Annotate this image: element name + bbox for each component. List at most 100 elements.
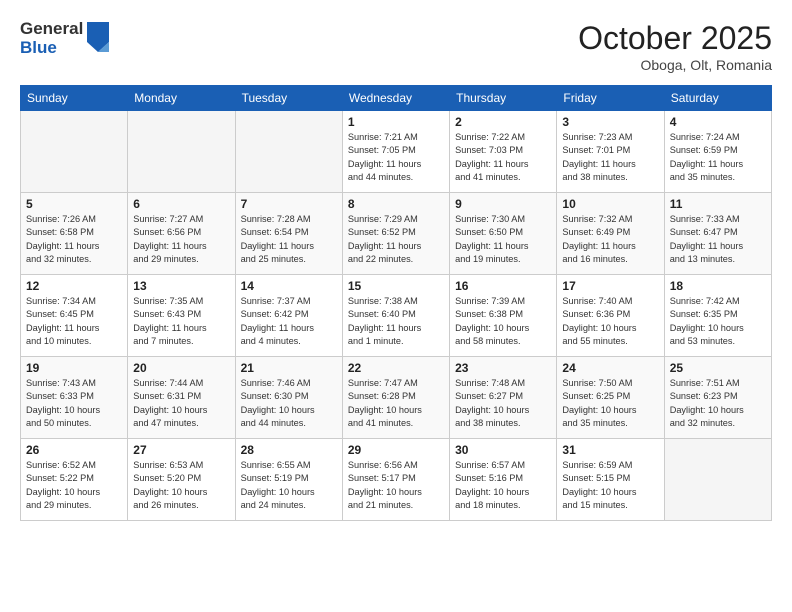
day-info: Sunrise: 7:35 AMSunset: 6:43 PMDaylight:… [133, 295, 229, 348]
header: General Blue October 2025 Oboga, Olt, Ro… [20, 20, 772, 73]
day-info: Sunrise: 7:28 AMSunset: 6:54 PMDaylight:… [241, 213, 337, 266]
calendar-table: Sunday Monday Tuesday Wednesday Thursday… [20, 85, 772, 521]
day-info: Sunrise: 7:39 AMSunset: 6:38 PMDaylight:… [455, 295, 551, 348]
calendar-cell-2-4: 8 Sunrise: 7:29 AMSunset: 6:52 PMDaylight… [342, 193, 449, 275]
header-saturday: Saturday [664, 86, 771, 111]
day-info: Sunrise: 7:26 AMSunset: 6:58 PMDaylight:… [26, 213, 122, 266]
calendar-cell-2-5: 9 Sunrise: 7:30 AMSunset: 6:50 PMDaylight… [450, 193, 557, 275]
day-info: Sunrise: 6:55 AMSunset: 5:19 PMDaylight:… [241, 459, 337, 512]
day-number: 5 [26, 197, 122, 211]
calendar-cell-1-7: 4 Sunrise: 7:24 AMSunset: 6:59 PMDaylight… [664, 111, 771, 193]
day-info: Sunrise: 7:43 AMSunset: 6:33 PMDaylight:… [26, 377, 122, 430]
calendar-header-row: Sunday Monday Tuesday Wednesday Thursday… [21, 86, 772, 111]
day-info: Sunrise: 7:40 AMSunset: 6:36 PMDaylight:… [562, 295, 658, 348]
calendar-cell-3-4: 15 Sunrise: 7:38 AMSunset: 6:40 PMDayligh… [342, 275, 449, 357]
calendar-cell-5-4: 29 Sunrise: 6:56 AMSunset: 5:17 PMDayligh… [342, 439, 449, 521]
header-thursday: Thursday [450, 86, 557, 111]
day-info: Sunrise: 7:30 AMSunset: 6:50 PMDaylight:… [455, 213, 551, 266]
day-info: Sunrise: 7:24 AMSunset: 6:59 PMDaylight:… [670, 131, 766, 184]
day-number: 13 [133, 279, 229, 293]
header-wednesday: Wednesday [342, 86, 449, 111]
day-number: 23 [455, 361, 551, 375]
day-info: Sunrise: 7:27 AMSunset: 6:56 PMDaylight:… [133, 213, 229, 266]
month-title: October 2025 [578, 20, 772, 57]
day-info: Sunrise: 7:34 AMSunset: 6:45 PMDaylight:… [26, 295, 122, 348]
header-friday: Friday [557, 86, 664, 111]
calendar-cell-1-1 [21, 111, 128, 193]
day-info: Sunrise: 7:23 AMSunset: 7:01 PMDaylight:… [562, 131, 658, 184]
week-row-5: 26Sunrise: 6:52 AMSunset: 5:22 PMDayligh… [21, 439, 772, 521]
calendar-cell-5-5: 30 Sunrise: 6:57 AMSunset: 5:16 PMDayligh… [450, 439, 557, 521]
calendar-cell-1-3 [235, 111, 342, 193]
calendar-cell-3-1: 12 Sunrise: 7:34 AMSunset: 6:45 PMDayligh… [21, 275, 128, 357]
day-number: 22 [348, 361, 444, 375]
day-info: Sunrise: 6:53 AMSunset: 5:20 PMDaylight:… [133, 459, 229, 512]
logo-general: General [20, 20, 83, 39]
day-info: Sunrise: 7:21 AMSunset: 7:05 PMDaylight:… [348, 131, 444, 184]
header-monday: Monday [128, 86, 235, 111]
calendar-cell-5-2: 27 Sunrise: 6:53 AMSunset: 5:20 PMDayligh… [128, 439, 235, 521]
day-info: Sunrise: 6:57 AMSunset: 5:16 PMDaylight:… [455, 459, 551, 512]
calendar-cell-4-5: 23 Sunrise: 7:48 AMSunset: 6:27 PMDayligh… [450, 357, 557, 439]
calendar-cell-2-6: 10 Sunrise: 7:32 AMSunset: 6:49 PMDayligh… [557, 193, 664, 275]
calendar-cell-5-3: 28 Sunrise: 6:55 AMSunset: 5:19 PMDayligh… [235, 439, 342, 521]
calendar-cell-5-6: 31Sunrise: 6:59 AMSunset: 5:15 PMDayligh… [557, 439, 664, 521]
calendar-cell-3-5: 16 Sunrise: 7:39 AMSunset: 6:38 PMDayligh… [450, 275, 557, 357]
day-info: Sunrise: 7:47 AMSunset: 6:28 PMDaylight:… [348, 377, 444, 430]
day-number: 3 [562, 115, 658, 129]
day-info: Sunrise: 7:29 AMSunset: 6:52 PMDaylight:… [348, 213, 444, 266]
day-number: 15 [348, 279, 444, 293]
day-number: 26 [26, 443, 122, 457]
calendar-cell-2-7: 11Sunrise: 7:33 AMSunset: 6:47 PMDayligh… [664, 193, 771, 275]
day-info: Sunrise: 7:42 AMSunset: 6:35 PMDaylight:… [670, 295, 766, 348]
day-number: 19 [26, 361, 122, 375]
day-info: Sunrise: 7:38 AMSunset: 6:40 PMDaylight:… [348, 295, 444, 348]
main-container: General Blue October 2025 Oboga, Olt, Ro… [0, 0, 792, 531]
day-number: 1 [348, 115, 444, 129]
calendar-cell-3-6: 17 Sunrise: 7:40 AMSunset: 6:36 PMDayligh… [557, 275, 664, 357]
day-number: 28 [241, 443, 337, 457]
logo-icon [87, 22, 109, 57]
title-block: October 2025 Oboga, Olt, Romania [578, 20, 772, 73]
day-info: Sunrise: 7:46 AMSunset: 6:30 PMDaylight:… [241, 377, 337, 430]
day-number: 25 [670, 361, 766, 375]
day-number: 10 [562, 197, 658, 211]
calendar-cell-5-1: 26Sunrise: 6:52 AMSunset: 5:22 PMDayligh… [21, 439, 128, 521]
calendar-cell-2-1: 5 Sunrise: 7:26 AMSunset: 6:58 PMDaylight… [21, 193, 128, 275]
day-number: 29 [348, 443, 444, 457]
day-number: 12 [26, 279, 122, 293]
logo: General Blue [20, 20, 109, 57]
day-info: Sunrise: 7:33 AMSunset: 6:47 PMDaylight:… [670, 213, 766, 266]
location: Oboga, Olt, Romania [578, 57, 772, 73]
day-number: 2 [455, 115, 551, 129]
day-number: 6 [133, 197, 229, 211]
week-row-2: 5 Sunrise: 7:26 AMSunset: 6:58 PMDaylight… [21, 193, 772, 275]
calendar-cell-4-4: 22 Sunrise: 7:47 AMSunset: 6:28 PMDayligh… [342, 357, 449, 439]
calendar-cell-1-4: 1 Sunrise: 7:21 AMSunset: 7:05 PMDaylight… [342, 111, 449, 193]
calendar-cell-4-6: 24Sunrise: 7:50 AMSunset: 6:25 PMDayligh… [557, 357, 664, 439]
logo-text: General Blue [20, 20, 83, 57]
day-info: Sunrise: 6:56 AMSunset: 5:17 PMDaylight:… [348, 459, 444, 512]
day-number: 16 [455, 279, 551, 293]
calendar-cell-1-6: 3 Sunrise: 7:23 AMSunset: 7:01 PMDaylight… [557, 111, 664, 193]
calendar-cell-4-7: 25Sunrise: 7:51 AMSunset: 6:23 PMDayligh… [664, 357, 771, 439]
calendar-cell-4-1: 19 Sunrise: 7:43 AMSunset: 6:33 PMDayligh… [21, 357, 128, 439]
week-row-1: 1 Sunrise: 7:21 AMSunset: 7:05 PMDaylight… [21, 111, 772, 193]
day-number: 30 [455, 443, 551, 457]
day-number: 9 [455, 197, 551, 211]
day-number: 31 [562, 443, 658, 457]
day-number: 14 [241, 279, 337, 293]
calendar-cell-1-2 [128, 111, 235, 193]
day-info: Sunrise: 7:32 AMSunset: 6:49 PMDaylight:… [562, 213, 658, 266]
header-tuesday: Tuesday [235, 86, 342, 111]
calendar-cell-2-2: 6 Sunrise: 7:27 AMSunset: 6:56 PMDaylight… [128, 193, 235, 275]
day-number: 27 [133, 443, 229, 457]
day-number: 17 [562, 279, 658, 293]
day-info: Sunrise: 7:48 AMSunset: 6:27 PMDaylight:… [455, 377, 551, 430]
calendar-cell-3-7: 18 Sunrise: 7:42 AMSunset: 6:35 PMDayligh… [664, 275, 771, 357]
day-number: 4 [670, 115, 766, 129]
day-number: 7 [241, 197, 337, 211]
day-number: 18 [670, 279, 766, 293]
day-info: Sunrise: 7:50 AMSunset: 6:25 PMDaylight:… [562, 377, 658, 430]
day-number: 8 [348, 197, 444, 211]
